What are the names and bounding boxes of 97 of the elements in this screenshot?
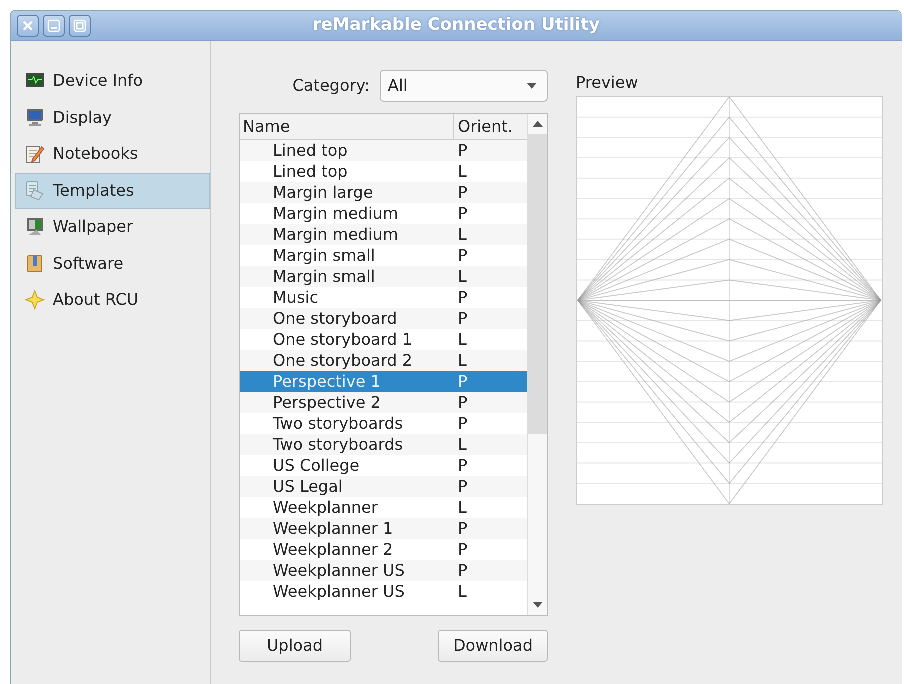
orientation-value: L <box>458 225 467 244</box>
table-row[interactable]: Lined top L <box>240 161 527 182</box>
scroll-up-icon[interactable] <box>532 121 542 127</box>
preview-label: Preview <box>576 73 640 93</box>
orientation-value: L <box>458 267 467 286</box>
template-name: Weekplanner 1 <box>273 519 394 538</box>
template-name: One storyboard <box>273 309 398 328</box>
documents-icon <box>25 180 45 201</box>
table-row[interactable]: Margin medium L <box>240 224 527 245</box>
table-row[interactable]: Weekplanner 1 P <box>240 518 527 539</box>
table-row[interactable]: Margin medium P <box>240 203 527 224</box>
orientation-value: P <box>458 372 468 391</box>
template-name: Weekplanner US <box>273 561 405 580</box>
template-name: Two storyboards <box>273 414 404 433</box>
table-row[interactable]: One storyboard P <box>240 308 527 329</box>
template-name: US Legal <box>273 477 343 496</box>
scrollbar[interactable] <box>527 114 547 615</box>
template-name: Lined top <box>273 141 348 160</box>
sidebar-item[interactable]: Display <box>15 100 210 136</box>
template-name: US College <box>273 456 360 475</box>
template-name: Margin medium <box>273 225 398 244</box>
sidebar-item[interactable]: Wallpaper <box>15 209 210 246</box>
wallpaper-icon <box>25 217 45 238</box>
table-row[interactable]: Two storyboards L <box>240 434 527 455</box>
table-row[interactable]: Margin large P <box>240 182 527 203</box>
dropdown-arrow-icon <box>527 83 537 89</box>
sidebar-item[interactable]: About RCU <box>15 282 210 318</box>
package-icon <box>25 254 45 274</box>
upload-button[interactable]: Upload <box>239 630 351 662</box>
table-row[interactable]: Weekplanner US L <box>240 581 527 602</box>
table-row[interactable]: Weekplanner US P <box>240 560 527 581</box>
close-icon <box>21 18 35 32</box>
orientation-value: P <box>458 183 468 202</box>
orientation-value: L <box>458 582 467 601</box>
table-row[interactable]: US College P <box>240 455 527 476</box>
orientation-value: P <box>458 456 468 475</box>
orientation-value: P <box>458 477 468 496</box>
orientation-value: L <box>458 498 467 517</box>
template-name: Margin medium <box>273 204 398 223</box>
template-name: One storyboard 2 <box>273 351 413 370</box>
notepad-pencil-icon <box>25 144 45 164</box>
sidebar-item[interactable]: Templates <box>15 172 210 209</box>
orientation-value: L <box>458 351 467 370</box>
template-name: Lined top <box>273 162 348 181</box>
template-name: Perspective 2 <box>273 393 381 412</box>
orientation-value: P <box>458 309 468 328</box>
table-row[interactable]: Two storyboards P <box>240 413 527 434</box>
template-name: Weekplanner US <box>273 582 405 601</box>
category-dropdown[interactable]: All <box>380 70 548 102</box>
scroll-down-icon[interactable] <box>532 602 542 608</box>
template-name: Margin large <box>273 183 374 202</box>
orientation-value: P <box>458 246 468 265</box>
display-icon <box>25 108 45 128</box>
maximize-icon <box>73 18 87 32</box>
star-icon <box>25 290 45 310</box>
maximize-button[interactable] <box>69 14 91 36</box>
table-row[interactable]: One storyboard 2 L <box>240 350 527 371</box>
table-row[interactable]: Music P <box>240 287 527 308</box>
sidebar-item[interactable]: Software <box>15 246 210 282</box>
column-header[interactable]: Orient. <box>454 114 527 139</box>
table-row[interactable]: US Legal P <box>240 476 527 497</box>
table-row[interactable]: Margin small P <box>240 245 527 266</box>
orientation-value: L <box>458 162 467 181</box>
sidebar-item[interactable]: Device Info <box>15 63 210 100</box>
minimize-icon <box>47 18 61 32</box>
template-name: Weekplanner <box>273 498 378 517</box>
table-row[interactable]: Lined top P <box>240 140 527 161</box>
template-name: Perspective 1 <box>273 372 381 391</box>
minimize-button[interactable] <box>43 14 65 36</box>
orientation-value: P <box>458 141 468 160</box>
column-header[interactable]: Name <box>240 114 454 139</box>
window-title: reMarkable Connection Utility <box>312 14 600 35</box>
orientation-value: P <box>458 288 468 307</box>
orientation-value: P <box>458 519 468 538</box>
table-row[interactable]: Weekplanner 2 P <box>240 539 527 560</box>
table-row[interactable]: One storyboard 1 L <box>240 329 527 350</box>
template-name: Weekplanner 2 <box>273 540 394 559</box>
orientation-value: P <box>458 561 468 580</box>
orientation-value: P <box>458 393 468 412</box>
table-row[interactable]: Weekplanner L <box>240 497 527 518</box>
template-name: Two storyboards <box>273 435 404 454</box>
table-row[interactable]: Margin small L <box>240 266 527 287</box>
sidebar-item[interactable]: Notebooks <box>15 136 210 172</box>
scrollbar-thumb[interactable] <box>528 134 547 434</box>
close-button[interactable] <box>17 14 39 36</box>
table-row[interactable]: Perspective 2 P <box>240 392 527 413</box>
template-name: One storyboard 1 <box>273 330 413 349</box>
template-name: Margin small <box>273 246 376 265</box>
category-label: Category: <box>292 75 370 97</box>
orientation-value: P <box>458 414 468 433</box>
orientation-value: L <box>458 435 467 454</box>
download-button[interactable]: Download <box>438 630 548 662</box>
orientation-value: P <box>458 204 468 223</box>
template-name: Music <box>273 288 319 307</box>
orientation-value: L <box>458 330 467 349</box>
orientation-value: P <box>458 540 468 559</box>
template-name: Margin small <box>273 267 376 286</box>
